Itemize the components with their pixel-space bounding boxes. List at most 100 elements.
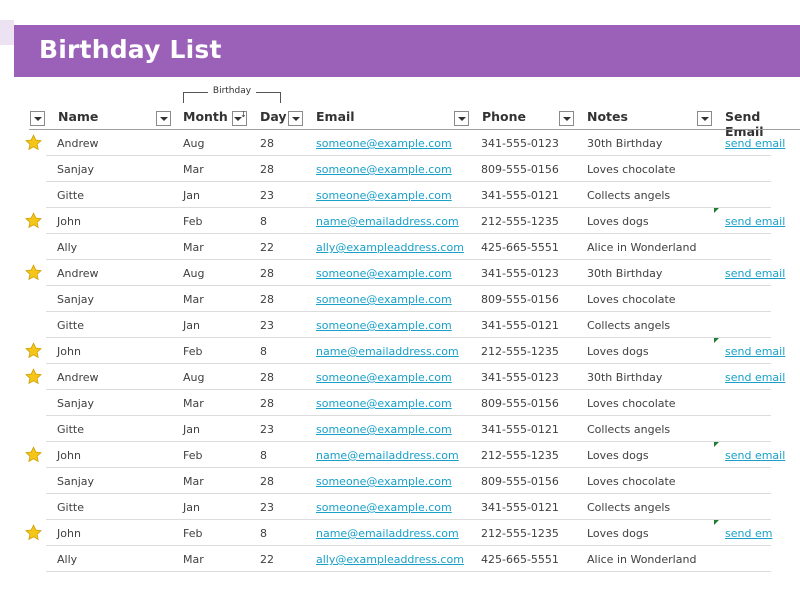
name-filter-button[interactable] — [156, 111, 171, 126]
send-email-link[interactable]: send email — [725, 449, 785, 462]
email-link[interactable]: someone@example.com — [316, 475, 452, 488]
email-link[interactable]: ally@exampleaddress.com — [316, 241, 464, 254]
comment-indicator — [714, 338, 719, 343]
notes-cell: 30th Birthday — [587, 267, 663, 280]
month-cell: Mar — [183, 553, 204, 566]
name-column-header: Name — [58, 109, 99, 124]
name-cell: John — [57, 345, 81, 358]
email-link[interactable]: name@emailaddress.com — [316, 527, 459, 540]
name-cell: Sanjay — [57, 397, 95, 410]
email-link[interactable]: name@emailaddress.com — [316, 449, 459, 462]
table-row[interactable]: John Feb 8 name@emailaddress.com 212-555-123… — [46, 338, 785, 364]
month-cell: Jan — [183, 423, 200, 436]
table-row[interactable]: Andrew Aug 28 someone@example.com 341-555-01… — [46, 260, 785, 286]
email-column-header: Email — [316, 109, 355, 124]
day-cell: 8 — [260, 527, 267, 540]
table-row[interactable]: John Feb 8 name@emailaddress.com 212-555-123… — [46, 208, 785, 234]
send-email-link[interactable]: send email — [725, 345, 785, 358]
phone-cell: 341-555-0123 — [481, 137, 559, 150]
title-bar: Birthday List — [14, 25, 800, 77]
month-cell: Mar — [183, 241, 204, 254]
notes-filter-button[interactable] — [697, 111, 712, 126]
comment-indicator — [714, 520, 719, 525]
day-cell: 22 — [260, 241, 274, 254]
star-icon — [25, 264, 42, 281]
phone-cell: 341-555-0121 — [481, 319, 559, 332]
day-cell: 22 — [260, 553, 274, 566]
table-row[interactable]: John Feb 8 name@emailaddress.com 212-555-123… — [46, 520, 772, 546]
month-cell: Feb — [183, 449, 203, 462]
phone-cell: 341-555-0121 — [481, 501, 559, 514]
notes-cell: Collects angels — [587, 423, 671, 436]
email-link[interactable]: name@emailaddress.com — [316, 345, 459, 358]
day-cell: 28 — [260, 397, 274, 410]
day-cell: 28 — [260, 163, 274, 176]
email-filter-button[interactable] — [454, 111, 469, 126]
table-row[interactable]: John Feb 8 name@emailaddress.com 212-555-123… — [46, 442, 785, 468]
month-cell: Jan — [183, 501, 200, 514]
table-row[interactable]: Ally Mar 22 ally@exampleaddress.com 425-665-… — [46, 234, 771, 260]
month-sort-filter-button[interactable] — [232, 110, 247, 126]
send-email-link[interactable]: send email — [725, 137, 785, 150]
month-cell: Mar — [183, 163, 204, 176]
month-cell: Feb — [183, 345, 203, 358]
notes-cell: Loves dogs — [587, 527, 649, 540]
month-cell: Mar — [183, 397, 204, 410]
table-row[interactable]: Ally Mar 22 ally@exampleaddress.com 425-665-… — [46, 546, 771, 572]
star-icon — [25, 446, 42, 463]
email-link[interactable]: ally@exampleaddress.com — [316, 553, 464, 566]
table-row[interactable]: Gitte Jan 23 someone@example.com 341-555-012… — [46, 494, 771, 520]
phone-column-header: Phone — [482, 109, 527, 124]
month-cell: Jan — [183, 319, 200, 332]
notes-cell: Collects angels — [587, 501, 671, 514]
email-link[interactable]: name@emailaddress.com — [316, 215, 459, 228]
name-cell: Andrew — [57, 267, 99, 280]
table-row[interactable]: Gitte Jan 23 someone@example.com 341-555-012… — [46, 182, 771, 208]
send-email-link[interactable]: send email — [725, 215, 785, 228]
notes-cell: Loves chocolate — [587, 293, 676, 306]
table-row[interactable]: Sanjay Mar 28 someone@example.com 809-555-01… — [46, 156, 771, 182]
comment-indicator — [714, 442, 719, 447]
email-link[interactable]: someone@example.com — [316, 319, 452, 332]
table-row[interactable]: Sanjay Mar 28 someone@example.com 809-555-01… — [46, 468, 771, 494]
table-row[interactable]: Sanjay Mar 28 someone@example.com 809-555-01… — [46, 390, 771, 416]
send-email-link[interactable]: send email — [725, 267, 785, 280]
email-link[interactable]: someone@example.com — [316, 267, 452, 280]
send-email-link[interactable]: send em — [725, 527, 772, 540]
email-link[interactable]: someone@example.com — [316, 501, 452, 514]
day-cell: 8 — [260, 215, 267, 228]
birthday-group-label: Birthday — [183, 86, 281, 103]
table-row[interactable]: Andrew Aug 28 someone@example.com 341-555-01… — [46, 364, 785, 390]
day-filter-button[interactable] — [288, 111, 303, 126]
table-row[interactable]: Gitte Jan 23 someone@example.com 341-555-012… — [46, 416, 771, 442]
month-cell: Aug — [183, 371, 205, 384]
birthday-group-text: Birthday — [212, 86, 252, 96]
notes-cell: 30th Birthday — [587, 371, 663, 384]
table-row[interactable]: Sanjay Mar 28 someone@example.com 809-555-01… — [46, 286, 771, 312]
email-link[interactable]: someone@example.com — [316, 163, 452, 176]
table-row[interactable]: Gitte Jan 23 someone@example.com 341-555-012… — [46, 312, 771, 338]
month-cell: Feb — [183, 527, 203, 540]
notes-cell: Loves dogs — [587, 215, 649, 228]
name-cell: John — [57, 449, 81, 462]
email-link[interactable]: someone@example.com — [316, 371, 452, 384]
email-link[interactable]: someone@example.com — [316, 423, 452, 436]
email-link[interactable]: someone@example.com — [316, 293, 452, 306]
star-column-filter-button[interactable] — [30, 111, 45, 126]
star-icon — [25, 212, 42, 229]
name-cell: Sanjay — [57, 163, 95, 176]
month-column-header: Month — [183, 109, 228, 124]
email-link[interactable]: someone@example.com — [316, 397, 452, 410]
month-cell: Jan — [183, 189, 200, 202]
phone-cell: 425-665-5551 — [481, 241, 559, 254]
table-row[interactable]: Andrew Aug 28 someone@example.com 341-555-01… — [46, 130, 785, 156]
send-email-link[interactable]: send email — [725, 371, 785, 384]
email-link[interactable]: someone@example.com — [316, 137, 452, 150]
email-link[interactable]: someone@example.com — [316, 189, 452, 202]
phone-filter-button[interactable] — [559, 111, 574, 126]
phone-cell: 212-555-1235 — [481, 527, 559, 540]
day-cell: 28 — [260, 371, 274, 384]
month-cell: Mar — [183, 293, 204, 306]
month-cell: Aug — [183, 137, 205, 150]
name-cell: John — [57, 527, 81, 540]
